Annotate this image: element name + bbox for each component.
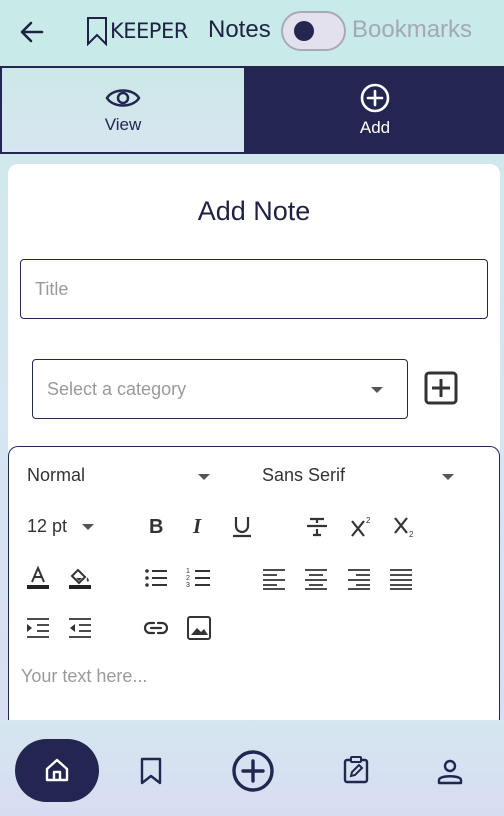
profile-icon[interactable] xyxy=(436,757,464,785)
size-select[interactable]: 12 pt xyxy=(27,516,67,537)
rich-text-editor: Normal Sans Serif 12 pt B I 2 2 1 2 3 Yo… xyxy=(8,446,500,736)
outdent-icon[interactable] xyxy=(67,615,93,641)
align-center-icon[interactable] xyxy=(303,565,329,591)
nav-home-button[interactable] xyxy=(15,739,99,802)
tab-add-label: Add xyxy=(359,118,391,137)
editor-placeholder[interactable]: Your text here... xyxy=(21,666,147,687)
page-title: Add Note xyxy=(197,196,311,226)
clipboard-edit-icon[interactable] xyxy=(342,756,370,784)
bottom-navigation xyxy=(0,720,504,816)
app-logo: KEEPER xyxy=(86,14,188,48)
tab-view[interactable]: View xyxy=(0,66,246,154)
home-icon xyxy=(45,758,69,782)
back-arrow-icon[interactable] xyxy=(18,18,46,46)
category-placeholder: Select a category xyxy=(47,378,187,399)
align-left-icon[interactable] xyxy=(261,565,287,591)
bold-icon[interactable]: B xyxy=(144,513,170,539)
app-header: KEEPER Notes Bookmarks xyxy=(0,0,504,64)
notes-label: Notes xyxy=(208,16,271,43)
tab-view-label: View xyxy=(104,115,142,134)
bulleted-list-icon[interactable] xyxy=(143,565,169,591)
bookmark-icon[interactable] xyxy=(139,757,163,785)
svg-text:2: 2 xyxy=(366,516,371,525)
format-select[interactable]: Normal xyxy=(27,465,85,486)
category-select[interactable]: Select a category xyxy=(32,359,408,419)
tab-add[interactable]: Add xyxy=(246,66,504,154)
font-select[interactable]: Sans Serif xyxy=(262,465,345,486)
eye-icon xyxy=(105,89,141,107)
notes-bookmarks-toggle[interactable] xyxy=(281,11,346,51)
strikethrough-icon[interactable] xyxy=(304,513,330,539)
chevron-down-icon xyxy=(198,474,210,480)
align-right-icon[interactable] xyxy=(346,565,372,591)
bookmark-logo-icon xyxy=(87,17,107,46)
italic-icon[interactable]: I xyxy=(187,513,213,539)
image-icon[interactable] xyxy=(186,615,212,641)
bookmarks-label: Bookmarks xyxy=(352,16,473,43)
superscript-icon[interactable]: 2 xyxy=(349,513,375,539)
toggle-knob xyxy=(294,21,314,41)
plus-circle-icon xyxy=(360,83,390,113)
add-category-icon[interactable] xyxy=(423,370,459,406)
add-note-card: Add Note Select a category Normal Sans S… xyxy=(8,164,500,736)
background-color-icon[interactable] xyxy=(67,565,93,591)
link-icon[interactable] xyxy=(143,615,169,641)
chevron-down-icon xyxy=(442,474,454,480)
svg-text:2: 2 xyxy=(186,575,190,582)
chevron-down-icon xyxy=(371,387,383,393)
subscript-icon[interactable]: 2 xyxy=(392,513,418,539)
view-add-tabs: View Add xyxy=(0,66,504,154)
indent-icon[interactable] xyxy=(25,615,51,641)
underline-icon[interactable] xyxy=(229,513,255,539)
logo-text: KEEPER xyxy=(110,19,188,43)
svg-text:I: I xyxy=(192,514,202,538)
svg-text:2: 2 xyxy=(409,530,414,539)
svg-text:1: 1 xyxy=(186,568,190,575)
title-input[interactable] xyxy=(20,259,488,319)
add-circle-icon[interactable] xyxy=(231,749,275,793)
align-justify-icon[interactable] xyxy=(388,565,414,591)
numbered-list-icon[interactable]: 1 2 3 xyxy=(186,565,212,591)
text-color-icon[interactable] xyxy=(25,565,51,591)
svg-text:B: B xyxy=(149,516,163,538)
chevron-down-icon xyxy=(82,524,94,530)
svg-text:3: 3 xyxy=(186,582,190,589)
